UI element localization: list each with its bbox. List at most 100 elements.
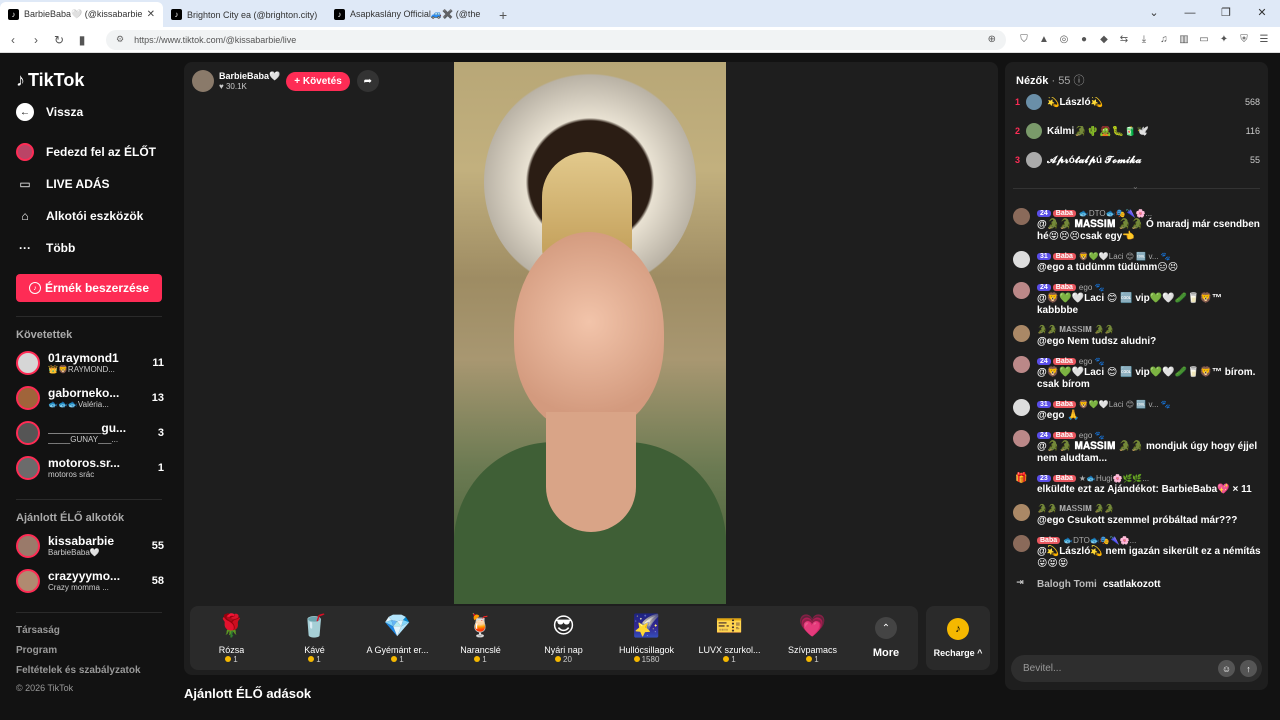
minimize-icon[interactable]: —: [1172, 0, 1208, 27]
following-item[interactable]: motoros.sr... motoros srác 1: [16, 450, 164, 485]
tiktok-logo[interactable]: ♪ TikTok: [16, 68, 164, 92]
coin-icon: [391, 656, 398, 662]
avatar[interactable]: [1013, 208, 1030, 225]
recommended-item[interactable]: crazyyymo... Crazy momma ... 58: [16, 563, 164, 598]
coin-icon: [555, 656, 562, 662]
download-icon[interactable]: ⤓: [1138, 34, 1150, 45]
live-video[interactable]: [454, 62, 726, 604]
wallet-icon[interactable]: ▭: [1198, 34, 1210, 45]
chat-username[interactable]: ego 🐾: [1079, 283, 1105, 292]
bookmark-icon[interactable]: ▮: [72, 33, 92, 47]
back-icon[interactable]: ‹: [3, 33, 23, 47]
avatar[interactable]: [1013, 325, 1030, 342]
chat-username[interactable]: 🦁💚🤍Laci 😊 🆒 v... 🐾: [1079, 400, 1171, 409]
recommended-item[interactable]: kissabarbie BarbieBaba🤍 55: [16, 528, 164, 563]
browser-tab-3[interactable]: ♪ Asapkaslány Official🚙✖️ (@theresi: [326, 2, 489, 27]
extension-icon[interactable]: ◆: [1098, 34, 1110, 45]
close-tab-icon[interactable]: ✕: [147, 9, 155, 20]
avatar[interactable]: [1013, 504, 1030, 521]
extension-icon[interactable]: ●: [1078, 34, 1090, 45]
chat-message: 🎁 23 Baba ★🐟Hugi🌸🌿🌿... elküldte ezt az Aján…: [1013, 472, 1263, 496]
following-item[interactable]: 01raymond1 👑🦁RAYMOND... 11: [16, 345, 164, 380]
menu-icon[interactable]: ☰: [1258, 34, 1270, 45]
nav-explore-live[interactable]: Fedezd fel az ÉLŐT: [16, 136, 164, 168]
tab-search-icon[interactable]: ⌄: [1136, 0, 1172, 27]
footer-link-program[interactable]: Program: [16, 641, 164, 661]
top-viewer[interactable]: 1 💫László💫 568: [1015, 88, 1260, 116]
back-link[interactable]: ← Vissza: [16, 96, 164, 128]
more-gifts-button[interactable]: ⌃ More: [854, 617, 918, 659]
footer-link-terms[interactable]: Feltételek és szabályzatok: [16, 661, 164, 681]
host-avatar[interactable]: [192, 70, 214, 92]
chat-username[interactable]: ★🐟Hugi🌸🌿🌿...: [1079, 474, 1149, 483]
follow-button[interactable]: + Követés: [286, 71, 350, 91]
extensions: ⛉ ▲ ◎ ● ◆ ⇆ ⤓ ♫ ▥ ▭ ✦ ⛨ ☰: [1018, 34, 1270, 45]
chat-username[interactable]: 🦁💚🤍Laci 😊 🆒 v... 🐾: [1079, 252, 1171, 261]
join-username[interactable]: Balogh Tomi: [1037, 579, 1097, 590]
gift-item[interactable]: 🥤 Kávé 1: [273, 613, 356, 664]
triangle-icon[interactable]: ▲: [1038, 34, 1050, 45]
zoom-icon[interactable]: ⊕: [988, 34, 996, 45]
host-name[interactable]: BarbieBaba🤍: [219, 71, 280, 82]
chat-username[interactable]: 🐊🐊 𝐌𝐀𝐒𝐒𝐈𝐌 🐊🐊: [1037, 504, 1114, 514]
gift-item[interactable]: 💗 Szívpamacs 1: [771, 613, 854, 664]
gift-item[interactable]: 🎫 LUVX szurkol... 1: [688, 613, 771, 664]
avatar[interactable]: [1013, 282, 1030, 299]
extension-icon[interactable]: ◎: [1058, 34, 1070, 45]
host-likes: ♥ 30.1K: [219, 82, 247, 91]
forward-icon[interactable]: ›: [26, 33, 46, 47]
following-item[interactable]: gaborneko... 🐟🐟🐟Valéria... 13: [16, 380, 164, 415]
extension-icon[interactable]: ✦: [1218, 34, 1230, 45]
extension-icon[interactable]: ⇆: [1118, 34, 1130, 45]
help-icon[interactable]: ⓘ: [1074, 75, 1085, 87]
maximize-icon[interactable]: ❐: [1208, 0, 1244, 27]
browser-tab-2[interactable]: ♪ Brighton City ea (@brighton.city) ÉLŐ: [163, 2, 326, 27]
avatar[interactable]: [1013, 356, 1030, 373]
share-icon[interactable]: ➦: [356, 70, 379, 92]
chat-message: 31 Baba 🦁💚🤍Laci 😊 🆒 v... 🐾 @ego 🙏: [1013, 398, 1263, 422]
chat-username[interactable]: 🐟DTO🐟🎭🌂🌸...: [1063, 536, 1136, 545]
avatar[interactable]: [1013, 399, 1030, 416]
music-icon[interactable]: ♫: [1158, 34, 1170, 45]
sidebar-icon[interactable]: ▥: [1178, 34, 1190, 45]
gift-item[interactable]: 💎 A Gyémánt er... 1: [356, 613, 439, 664]
gift-name: Hullócsillagok: [618, 644, 675, 655]
gift-name: Narancslé: [460, 644, 501, 655]
emoji-icon[interactable]: ☺: [1218, 660, 1235, 677]
avatar[interactable]: [1013, 535, 1030, 552]
gift-price: 1: [316, 654, 321, 664]
following-item[interactable]: ________gu... _____GUNAY___... 3: [16, 415, 164, 450]
top-viewer[interactable]: 3 𝓐𝓹𝓻ó𝓽𝓪𝓵𝓹ú 𝓣𝓸𝓶𝓲𝓴𝓪 55: [1015, 146, 1260, 174]
nav-creator-tools[interactable]: ⌂ Alkotói eszközök: [16, 200, 164, 232]
chat-username[interactable]: ego 🐾: [1079, 357, 1105, 366]
avatar[interactable]: [1013, 251, 1030, 268]
site-info-icon[interactable]: ⚙: [116, 34, 124, 45]
gift-item[interactable]: 😎 Nyári nap 20: [522, 613, 605, 664]
chat-username[interactable]: 🐊🐊 𝐌𝐀𝐒𝐒𝐈𝐌 🐊🐊: [1037, 325, 1114, 335]
gift-item[interactable]: 🍹 Narancslé 1: [439, 613, 522, 664]
get-coins-button[interactable]: ♪ Érmék beszerzése: [16, 274, 162, 302]
new-tab-icon[interactable]: +: [489, 7, 517, 27]
recommended-sub: BarbieBaba🤍: [48, 548, 100, 557]
footer-link-company[interactable]: Társaság: [16, 621, 164, 641]
vpn-icon[interactable]: ⛨: [1238, 34, 1250, 45]
chat-username[interactable]: 🐟DTO🐟🎭🌂🌸...: [1079, 209, 1152, 218]
avatar[interactable]: [1013, 430, 1030, 447]
nav-more[interactable]: ··· Több: [16, 232, 164, 264]
gift-item[interactable]: 🌠 Hullócsillagok 1580: [605, 613, 688, 664]
gift-item[interactable]: 🌹 Rózsa 1: [190, 613, 273, 664]
reload-icon[interactable]: ↻: [49, 33, 69, 47]
url-field[interactable]: ⚙ https://www.tiktok.com/@kissabarbie/li…: [106, 29, 1006, 50]
top-viewer[interactable]: 2 Kálmi🐊🌵🧟🐛🧃🕊️ 116: [1015, 117, 1260, 145]
nav-live-studio[interactable]: ▭ LIVE ADÁS: [16, 168, 164, 200]
recharge-button[interactable]: ♪ Recharge ^: [926, 606, 990, 670]
chat-input[interactable]: [1023, 663, 1213, 674]
chat-username[interactable]: ego 🐾: [1079, 431, 1105, 440]
chevron-down-icon[interactable]: ⌄: [1132, 182, 1139, 191]
following-sub: 👑🦁RAYMOND...: [48, 365, 115, 374]
send-icon[interactable]: ↑: [1240, 660, 1257, 677]
tiktok-note-icon: ♪: [16, 69, 25, 90]
shield-icon[interactable]: ⛉: [1018, 34, 1030, 45]
close-window-icon[interactable]: ✕: [1244, 0, 1280, 27]
browser-tab-1[interactable]: ♪ BarbieBaba🤍 (@kissabarbie ✕: [0, 2, 163, 27]
